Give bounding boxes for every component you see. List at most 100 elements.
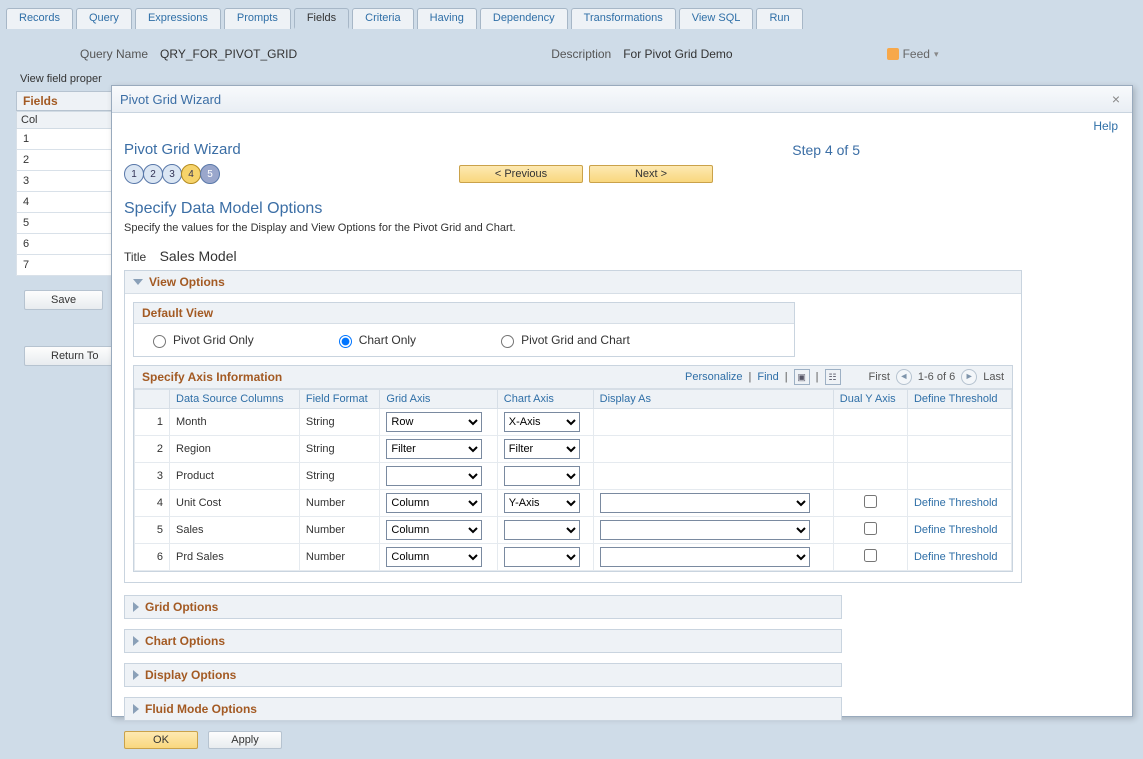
col-field-format[interactable]: Field Format: [299, 390, 380, 409]
help-link[interactable]: Help: [1093, 119, 1118, 133]
col-chart-axis[interactable]: Chart Axis: [497, 390, 593, 409]
query-info-bar: Query Name QRY_FOR_PIVOT_GRID Descriptio…: [0, 29, 1143, 71]
tab-query[interactable]: Query: [76, 8, 132, 29]
next-button[interactable]: Next >: [589, 165, 713, 183]
prev-page-icon[interactable]: ◄: [896, 369, 912, 385]
chart-axis-select[interactable]: X-Axis: [504, 412, 580, 432]
grid-axis-select[interactable]: [386, 466, 482, 486]
col-display-as[interactable]: Display As: [593, 390, 833, 409]
table-row: 3ProductString: [135, 463, 1012, 490]
step-5[interactable]: 5: [200, 164, 220, 184]
field-format: String: [299, 436, 380, 463]
find-link[interactable]: Find: [757, 371, 778, 383]
first-label[interactable]: First: [869, 371, 890, 383]
previous-button[interactable]: < Previous: [459, 165, 583, 183]
col-header-col[interactable]: Col: [17, 112, 114, 129]
tab-transformations[interactable]: Transformations: [571, 8, 676, 29]
row-number: 4: [135, 490, 170, 517]
tab-prompts[interactable]: Prompts: [224, 8, 291, 29]
tab-records[interactable]: Records: [6, 8, 73, 29]
grid-axis-select[interactable]: Row: [386, 412, 482, 432]
tab-fields[interactable]: Fields: [294, 8, 349, 29]
feed-label: Feed: [903, 47, 930, 61]
field-format: String: [299, 463, 380, 490]
col-n: 1: [17, 129, 114, 150]
dual-y-checkbox[interactable]: [864, 549, 877, 562]
step-1[interactable]: 1: [124, 164, 144, 184]
step-3[interactable]: 3: [162, 164, 182, 184]
grid-axis-select[interactable]: Column: [386, 520, 482, 540]
chart-axis-select[interactable]: Y-Axis: [504, 493, 580, 513]
chart-axis-select[interactable]: [504, 466, 580, 486]
radio-input-pivot-and-chart[interactable]: [501, 335, 514, 348]
data-source: Sales: [170, 517, 300, 544]
feed-link[interactable]: Feed ▾: [887, 47, 939, 61]
personalize-link[interactable]: Personalize: [685, 371, 742, 383]
tab-dependency[interactable]: Dependency: [480, 8, 568, 29]
col-n: 6: [17, 234, 114, 255]
last-label[interactable]: Last: [983, 371, 1004, 383]
chart-axis-select[interactable]: [504, 520, 580, 540]
display-as-select[interactable]: [600, 547, 810, 567]
step-2[interactable]: 2: [143, 164, 163, 184]
download-icon[interactable]: ☷: [825, 369, 841, 385]
col-empty: [135, 390, 170, 409]
view-options-header[interactable]: View Options: [125, 271, 1021, 294]
tab-criteria[interactable]: Criteria: [352, 8, 413, 29]
query-name-label: Query Name: [80, 47, 148, 61]
col-data-source[interactable]: Data Source Columns: [170, 390, 300, 409]
tab-run[interactable]: Run: [756, 8, 802, 29]
row-number: 1: [135, 409, 170, 436]
define-threshold-link[interactable]: Define Threshold: [914, 551, 998, 563]
radio-pivot-and-chart[interactable]: Pivot Grid and Chart: [496, 332, 630, 348]
tab-expressions[interactable]: Expressions: [135, 8, 221, 29]
dual-y-checkbox[interactable]: [864, 495, 877, 508]
col-grid-axis[interactable]: Grid Axis: [380, 390, 497, 409]
step-4[interactable]: 4: [181, 164, 201, 184]
grid-axis-select[interactable]: Column: [386, 547, 482, 567]
dual-y-cell: [833, 517, 907, 544]
expand-icon: [133, 704, 139, 714]
ok-button[interactable]: OK: [124, 731, 198, 749]
grid-axis-select[interactable]: Filter: [386, 439, 482, 459]
define-threshold-link[interactable]: Define Threshold: [914, 524, 998, 536]
grid-options-header[interactable]: Grid Options: [124, 595, 842, 619]
dual-y-cell: [833, 436, 907, 463]
chart-options-header[interactable]: Chart Options: [124, 629, 842, 653]
dialog-title-bar: Pivot Grid Wizard ×: [112, 86, 1132, 113]
grid-toolbar: Personalize | Find | ▣ | ☷ First ◄ 1-6 o…: [685, 369, 1004, 385]
chart-axis-select[interactable]: [504, 547, 580, 567]
tab-having[interactable]: Having: [417, 8, 477, 29]
axis-table: Data Source Columns Field Format Grid Ax…: [134, 389, 1012, 571]
specify-axis-header: Specify Axis Information: [142, 370, 282, 384]
display-as-select[interactable]: [600, 493, 810, 513]
tab-view-sql[interactable]: View SQL: [679, 8, 754, 29]
next-page-icon[interactable]: ►: [961, 369, 977, 385]
display-options-header[interactable]: Display Options: [124, 663, 842, 687]
grid-axis-select[interactable]: Column: [386, 493, 482, 513]
radio-chart-only[interactable]: Chart Only: [334, 332, 416, 348]
dual-y-checkbox[interactable]: [864, 522, 877, 535]
radio-pivot-grid-only[interactable]: Pivot Grid Only: [148, 332, 254, 348]
title-value: Sales Model: [160, 248, 237, 264]
field-format: Number: [299, 544, 380, 571]
chevron-down-icon: ▾: [934, 49, 939, 60]
radio-input-chart-only[interactable]: [339, 335, 352, 348]
col-n: 7: [17, 255, 114, 276]
col-define-threshold[interactable]: Define Threshold: [907, 390, 1011, 409]
apply-button[interactable]: Apply: [208, 731, 282, 749]
fluid-mode-options-header[interactable]: Fluid Mode Options: [124, 697, 842, 721]
view-options-label: View Options: [149, 275, 225, 289]
view-all-icon[interactable]: ▣: [794, 369, 810, 385]
data-source: Month: [170, 409, 300, 436]
save-button[interactable]: Save: [24, 290, 103, 310]
display-as-select[interactable]: [600, 520, 810, 540]
define-threshold-link[interactable]: Define Threshold: [914, 497, 998, 509]
display-as-cell: [593, 517, 833, 544]
col-dual-y[interactable]: Dual Y Axis: [833, 390, 907, 409]
display-as-cell: [593, 463, 833, 490]
radio-label: Pivot Grid and Chart: [521, 333, 630, 347]
chart-axis-select[interactable]: Filter: [504, 439, 580, 459]
close-icon[interactable]: ×: [1108, 91, 1124, 107]
radio-input-pivot-grid-only[interactable]: [153, 335, 166, 348]
